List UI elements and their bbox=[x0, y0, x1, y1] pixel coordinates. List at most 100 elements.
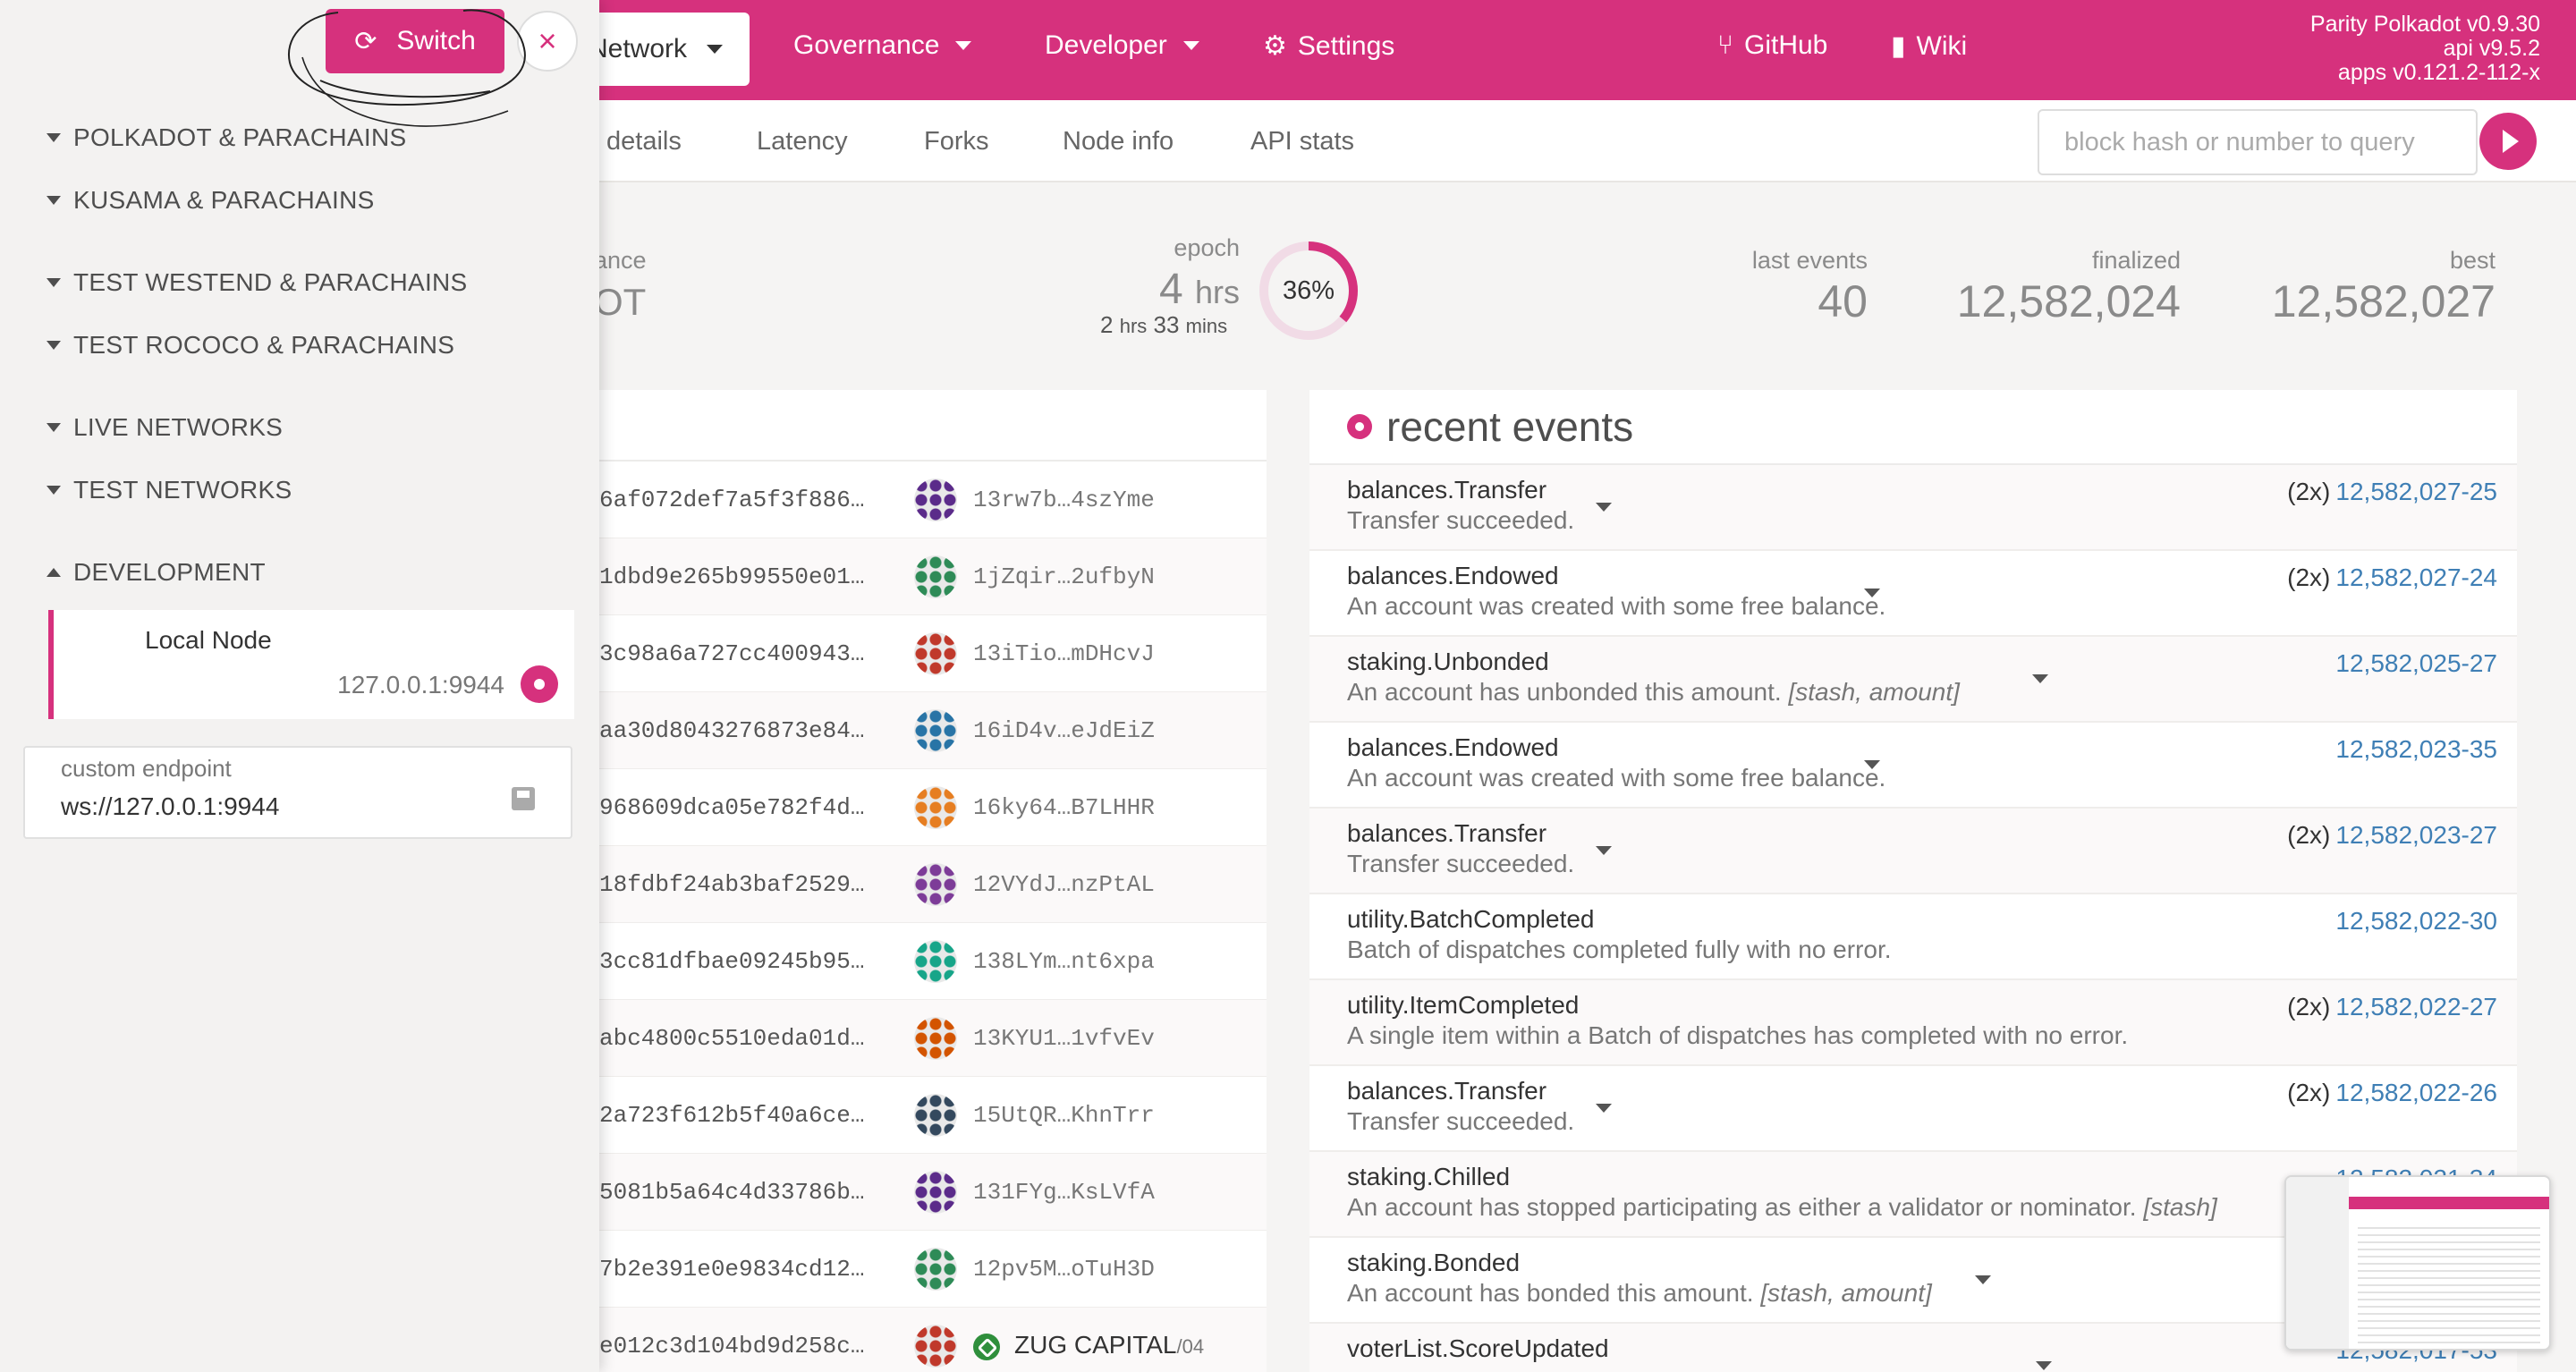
chevron-down-icon[interactable] bbox=[1864, 589, 1880, 597]
block-row[interactable]: 6af072def7a5f3f886… 13rw7b…4szYme bbox=[594, 462, 1267, 538]
group-kusama[interactable]: KUSAMA & PARACHAINS bbox=[47, 186, 375, 215]
chevron-down-icon[interactable] bbox=[1975, 1275, 1991, 1284]
block-row[interactable]: abc4800c5510eda01d… 13KYU1…1vfvEv bbox=[594, 1000, 1267, 1077]
block-hash[interactable]: 5081b5a64c4d33786b… bbox=[599, 1179, 864, 1206]
event-block-link[interactable]: 12,582,027-24 bbox=[2335, 563, 2497, 591]
tab-node-info[interactable]: Node info bbox=[1063, 127, 1174, 157]
event-row[interactable]: balances.Transfer Transfer succeeded. (2x)… bbox=[1309, 1066, 2517, 1152]
block-row[interactable]: 2a723f612b5f40a6ce… 15UtQR…KhnTrr bbox=[594, 1077, 1267, 1154]
block-author[interactable]: 13rw7b…4szYme bbox=[973, 487, 1155, 513]
screenshot-preview-thumbnail[interactable] bbox=[2284, 1175, 2551, 1351]
block-hash[interactable]: 3c98a6a727cc400943… bbox=[599, 640, 864, 667]
event-block-ref: (2x) 12,582,023-27 bbox=[2287, 821, 2497, 850]
chevron-down-icon[interactable] bbox=[2032, 674, 2048, 683]
event-block-link[interactable]: 12,582,023-35 bbox=[2335, 735, 2497, 763]
event-description: An account was created with some free ba… bbox=[1347, 764, 1885, 792]
block-author[interactable]: 13iTio…mDHcvJ bbox=[973, 640, 1155, 667]
event-row[interactable]: utility.BatchCompleted Batch of dispatche… bbox=[1309, 894, 2517, 980]
event-description-text: A single item within a Batch of dispatch… bbox=[1347, 1021, 2129, 1049]
wiki-link[interactable]: ▮ Wiki bbox=[1891, 30, 1967, 62]
block-hash[interactable]: e012c3d104bd9d258c… bbox=[599, 1333, 864, 1359]
block-author[interactable]: 131FYg…KsLVfA bbox=[973, 1179, 1155, 1206]
group-rococo[interactable]: TEST ROCOCO & PARACHAINS bbox=[47, 331, 454, 360]
block-author[interactable]: 138LYm…nt6xpa bbox=[973, 948, 1155, 975]
group-development[interactable]: DEVELOPMENT bbox=[47, 558, 266, 587]
recent-blocks-header bbox=[594, 390, 1267, 462]
event-row[interactable]: balances.Endowed An account was created w… bbox=[1309, 723, 2517, 809]
custom-endpoint-input[interactable] bbox=[61, 792, 490, 821]
tab-api-stats[interactable]: API stats bbox=[1250, 127, 1354, 157]
block-row[interactable]: e012c3d104bd9d258c… ZUG CAPITAL/04 bbox=[594, 1308, 1267, 1372]
events-dot-icon bbox=[1347, 414, 1372, 439]
local-node-option[interactable]: Local Node 127.0.0.1:9944 bbox=[48, 610, 574, 719]
event-row[interactable]: balances.Transfer Transfer succeeded. (2x)… bbox=[1309, 465, 2517, 551]
epoch-remaining-hrs: 2 bbox=[1100, 311, 1114, 338]
github-link[interactable]: ⑂ GitHub bbox=[1717, 30, 1827, 61]
tab-forks[interactable]: Forks bbox=[924, 127, 989, 157]
group-polkadot[interactable]: POLKADOT & PARACHAINS bbox=[47, 123, 406, 152]
block-row[interactable]: 7b2e391e0e9834cd12… 12pv5M…oTuH3D bbox=[594, 1231, 1267, 1308]
developer-menu[interactable]: Developer bbox=[1045, 30, 1199, 61]
save-icon[interactable] bbox=[512, 787, 535, 810]
event-block-link[interactable]: 12,582,025-27 bbox=[2335, 649, 2497, 677]
block-author[interactable]: 12pv5M…oTuH3D bbox=[973, 1256, 1155, 1283]
block-author[interactable]: 16iD4v…eJdEiZ bbox=[973, 717, 1155, 744]
governance-menu[interactable]: Governance bbox=[793, 30, 972, 61]
block-hash[interactable]: 968609dca05e782f4d… bbox=[599, 794, 864, 821]
block-author[interactable]: 16ky64…B7LHHR bbox=[973, 794, 1155, 821]
tab-latency[interactable]: Latency bbox=[757, 127, 848, 157]
chevron-down-icon bbox=[47, 278, 61, 287]
group-test-networks[interactable]: TEST NETWORKS bbox=[47, 476, 292, 504]
event-row[interactable]: balances.Endowed An account was created w… bbox=[1309, 551, 2517, 637]
chevron-down-icon[interactable] bbox=[1596, 846, 1612, 855]
selected-radio-icon[interactable] bbox=[521, 665, 558, 703]
block-row[interactable]: 5081b5a64c4d33786b… 131FYg…KsLVfA bbox=[594, 1154, 1267, 1231]
custom-endpoint-field: custom endpoint bbox=[23, 746, 572, 839]
event-block-link[interactable]: 12,582,022-30 bbox=[2335, 907, 2497, 935]
block-hash[interactable]: 6af072def7a5f3f886… bbox=[599, 487, 864, 513]
block-row[interactable]: aa30d8043276873e84… 16iD4v…eJdEiZ bbox=[594, 692, 1267, 769]
block-hash[interactable]: 7b2e391e0e9834cd12… bbox=[599, 1256, 864, 1283]
block-query-input[interactable] bbox=[2038, 109, 2478, 175]
block-author[interactable]: 1jZqir…2ufbyN bbox=[973, 563, 1155, 590]
event-description: Batch of dispatches completed fully with… bbox=[1347, 936, 1892, 964]
block-row[interactable]: 1dbd9e265b99550e01… 1jZqir…2ufbyN bbox=[594, 538, 1267, 615]
event-description: An account has bonded this amount. [stas… bbox=[1347, 1279, 1932, 1308]
block-hash[interactable]: 1dbd9e265b99550e01… bbox=[599, 563, 864, 590]
event-row[interactable]: balances.Transfer Transfer succeeded. (2x)… bbox=[1309, 809, 2517, 894]
block-hash[interactable]: 18fdbf24ab3baf2529… bbox=[599, 871, 864, 898]
group-live-networks[interactable]: LIVE NETWORKS bbox=[47, 413, 283, 442]
block-row[interactable]: 18fdbf24ab3baf2529… 12VYdJ…nzPtAL bbox=[594, 846, 1267, 923]
identicon-icon bbox=[914, 708, 957, 752]
event-block-link[interactable]: 12,582,022-26 bbox=[2335, 1079, 2497, 1106]
query-submit-button[interactable] bbox=[2479, 113, 2537, 170]
event-row[interactable]: staking.Unbonded An account has unbonded … bbox=[1309, 637, 2517, 723]
chevron-down-icon[interactable] bbox=[1596, 1104, 1612, 1113]
group-westend[interactable]: TEST WESTEND & PARACHAINS bbox=[47, 268, 468, 297]
block-row[interactable]: 3cc81dfbae09245b95… 138LYm…nt6xpa bbox=[594, 923, 1267, 1000]
block-author[interactable]: ZUG CAPITAL/04 bbox=[973, 1331, 1204, 1360]
block-author[interactable]: 12VYdJ…nzPtAL bbox=[973, 871, 1155, 898]
block-author[interactable]: 13KYU1…1vfvEv bbox=[973, 1025, 1155, 1052]
block-row[interactable]: 968609dca05e782f4d… 16ky64…B7LHHR bbox=[594, 769, 1267, 846]
block-hash[interactable]: 2a723f612b5f40a6ce… bbox=[599, 1102, 864, 1129]
event-row[interactable]: utility.ItemCompleted A single item withi… bbox=[1309, 980, 2517, 1066]
settings-menu[interactable]: ⚙ Settings bbox=[1263, 30, 1394, 62]
chevron-down-icon[interactable] bbox=[1864, 760, 1880, 769]
chevron-down-icon[interactable] bbox=[1596, 503, 1612, 512]
block-hash[interactable]: aa30d8043276873e84… bbox=[599, 717, 864, 744]
block-author[interactable]: 15UtQR…KhnTrr bbox=[973, 1102, 1155, 1129]
event-block-link[interactable]: 12,582,027-25 bbox=[2335, 478, 2497, 505]
block-row[interactable]: 3c98a6a727cc400943… 13iTio…mDHcvJ bbox=[594, 615, 1267, 692]
event-block-link[interactable]: 12,582,022-27 bbox=[2335, 993, 2497, 1021]
identicon-icon bbox=[914, 1324, 957, 1368]
block-hash[interactable]: abc4800c5510eda01d… bbox=[599, 1025, 864, 1052]
event-args: [stash] bbox=[2143, 1193, 2217, 1221]
tab-details[interactable]: details bbox=[606, 127, 682, 157]
identicon-icon bbox=[914, 1016, 957, 1060]
block-hash[interactable]: 3cc81dfbae09245b95… bbox=[599, 948, 864, 975]
chevron-down-icon[interactable] bbox=[2036, 1361, 2052, 1370]
gears-icon: ⚙ bbox=[1263, 31, 1287, 61]
book-icon: ▮ bbox=[1891, 31, 1906, 61]
event-block-link[interactable]: 12,582,023-27 bbox=[2335, 821, 2497, 849]
